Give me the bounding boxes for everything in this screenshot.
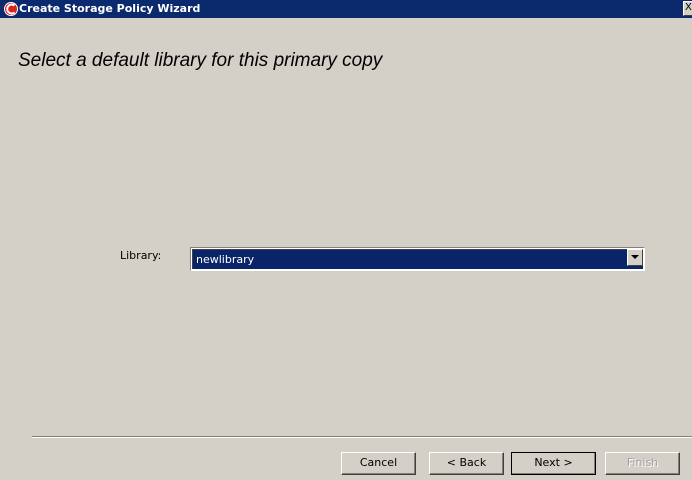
- wizard-window: Create Storage Policy Wizard X Select a …: [0, 0, 692, 480]
- dropdown-arrow-button[interactable]: [627, 249, 643, 266]
- next-button[interactable]: Next >: [511, 452, 596, 475]
- page-heading: Select a default library for this primar…: [18, 50, 383, 71]
- finish-button: Finish: [605, 452, 680, 475]
- library-selected-value: newlibrary: [196, 253, 255, 266]
- title-bar[interactable]: Create Storage Policy Wizard X: [0, 0, 692, 18]
- library-label: Library:: [120, 249, 162, 262]
- commvault-logo-icon: [4, 2, 18, 16]
- back-button[interactable]: < Back: [429, 452, 504, 475]
- library-selected-value-area[interactable]: newlibrary: [192, 249, 643, 269]
- library-dropdown[interactable]: newlibrary: [190, 247, 645, 271]
- close-button[interactable]: X: [683, 1, 692, 16]
- chevron-down-icon: [631, 255, 639, 259]
- window-title: Create Storage Policy Wizard: [19, 2, 201, 15]
- cancel-button[interactable]: Cancel: [341, 452, 416, 475]
- footer-divider: [32, 436, 692, 438]
